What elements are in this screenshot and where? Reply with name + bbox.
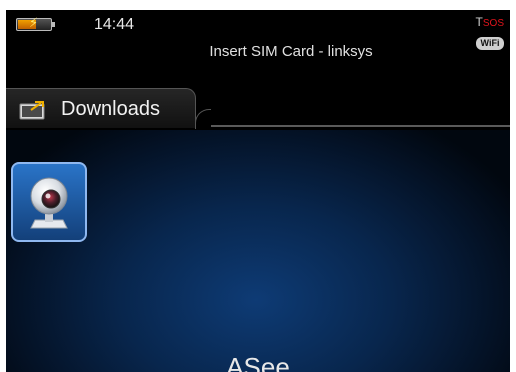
device-screen: ⚡ 14:44 Insert SIM Card - linksys TSOS W…	[6, 10, 510, 372]
signal-icon: T	[475, 15, 483, 29]
battery-charging-icon: ⚡	[16, 16, 55, 31]
tab-label: Downloads	[61, 98, 160, 120]
wifi-icon[interactable]: WiFi	[476, 37, 504, 50]
tab-divider	[211, 125, 510, 127]
clock: 14:44	[94, 16, 135, 33]
sos-label: SOS	[482, 18, 504, 29]
folder-icon	[19, 101, 45, 120]
network-status: Insert SIM Card - linksys	[209, 43, 373, 60]
charging-bolt-icon: ⚡	[29, 16, 39, 31]
signal-indicator: TSOS	[476, 15, 504, 31]
webcam-icon	[30, 177, 68, 229]
selected-app-name: ASee	[226, 352, 290, 372]
app-icon-asee[interactable]	[11, 162, 87, 242]
tab-downloads[interactable]: Downloads	[6, 88, 211, 129]
status-bar: ⚡ 14:44 Insert SIM Card - linksys TSOS W…	[6, 10, 510, 80]
app-grid: ASee	[6, 130, 510, 372]
